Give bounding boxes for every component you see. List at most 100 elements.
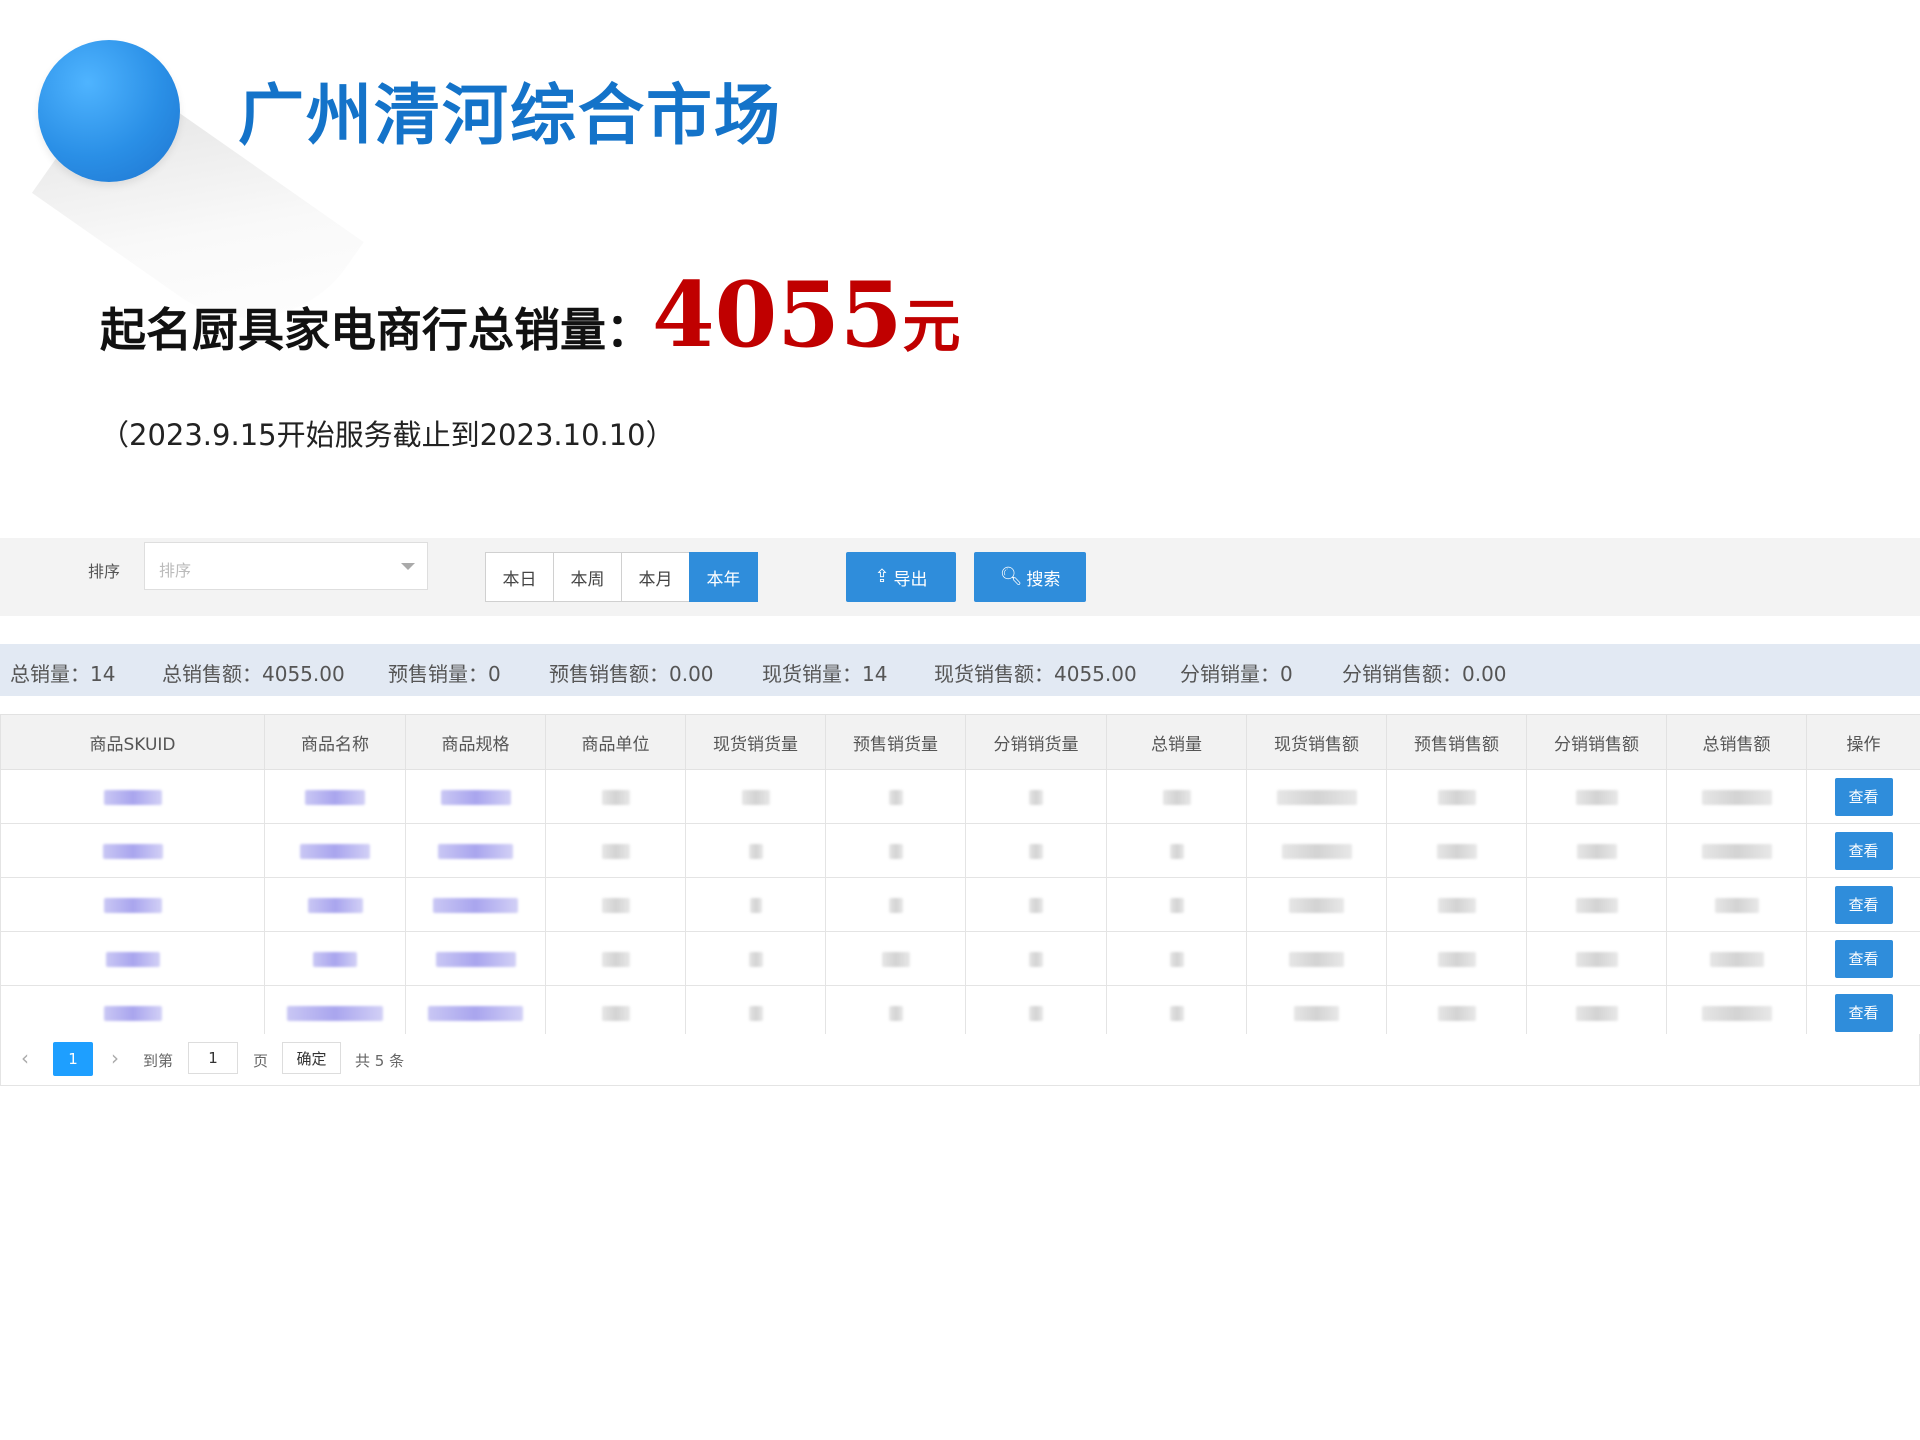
redacted-value <box>748 1006 763 1021</box>
redacted-cell <box>1386 877 1527 932</box>
redacted-value <box>300 844 370 859</box>
redacted-cell <box>264 985 406 1040</box>
redacted-cell <box>1386 769 1527 824</box>
redacted-cell <box>1106 769 1247 824</box>
redacted-cell <box>1106 877 1247 932</box>
table-row: 查看 <box>0 931 1920 986</box>
redacted-value <box>1709 952 1764 967</box>
redacted-cell <box>685 985 826 1040</box>
page-number-input[interactable] <box>188 1042 238 1074</box>
table-header-row: 商品SKUID 商品名称 商品规格 商品单位 现货销货量 预售销货量 分销销货量… <box>0 714 1920 770</box>
col-header-unit: 商品单位 <box>545 714 686 770</box>
view-button[interactable]: 查看 <box>1834 831 1893 870</box>
col-header-total-amount: 总销售额 <box>1666 714 1807 770</box>
redacted-value <box>881 952 910 967</box>
col-header-presale-qty: 预售销货量 <box>825 714 966 770</box>
summary-label: 起名厨具家电商行总销量： <box>100 303 652 357</box>
sort-placeholder: 排序 <box>159 561 192 580</box>
stat-presale-qty: 预售销量：0 <box>388 662 501 686</box>
redacted-cell <box>264 931 406 986</box>
redacted-value <box>741 790 770 805</box>
redacted-value <box>1029 898 1043 913</box>
redacted-cell <box>1526 877 1667 932</box>
stat-stock-qty: 现货销量：14 <box>762 662 888 686</box>
redacted-cell <box>685 823 826 878</box>
redacted-value <box>305 790 365 805</box>
redacted-value <box>1437 1006 1476 1021</box>
page-button-current[interactable]: 1 <box>53 1042 93 1076</box>
view-button[interactable]: 查看 <box>1834 993 1893 1032</box>
redacted-cell <box>0 769 265 824</box>
chevron-right-icon[interactable]: › <box>111 1046 119 1070</box>
redacted-value <box>601 1006 630 1021</box>
redacted-value <box>1169 844 1184 859</box>
redacted-cell <box>545 931 686 986</box>
redacted-value <box>103 898 162 913</box>
redacted-cell <box>685 769 826 824</box>
redacted-value <box>102 844 163 859</box>
redacted-value <box>1437 952 1476 967</box>
redacted-value <box>1289 898 1344 913</box>
redacted-value <box>287 1006 383 1021</box>
redacted-cell <box>405 931 546 986</box>
action-cell: 查看 <box>1806 823 1920 878</box>
export-label: 导出 <box>893 569 928 590</box>
redacted-cell <box>405 877 546 932</box>
redacted-cell <box>0 985 265 1040</box>
sort-select[interactable]: 排序 <box>144 542 428 590</box>
redacted-cell <box>685 931 826 986</box>
redacted-value <box>749 898 762 913</box>
col-header-spec: 商品规格 <box>405 714 546 770</box>
search-button[interactable]: 🔍︎ 搜索 <box>974 552 1086 602</box>
view-button[interactable]: 查看 <box>1834 777 1893 816</box>
redacted-cell <box>1386 823 1527 878</box>
redacted-value <box>601 952 630 967</box>
redacted-value <box>1576 844 1617 859</box>
total-count: 共 5 条 <box>355 1052 405 1070</box>
range-month-button[interactable]: 本月 <box>621 552 690 602</box>
redacted-value <box>1162 790 1191 805</box>
action-cell: 查看 <box>1806 931 1920 986</box>
sales-table: 商品SKUID 商品名称 商品规格 商品单位 现货销货量 预售销货量 分销销货量… <box>0 714 1920 1040</box>
redacted-cell <box>825 931 966 986</box>
redacted-cell <box>825 769 966 824</box>
sales-summary: 起名厨具家电商行总销量：4055元 <box>100 262 961 368</box>
service-period: （2023.9.15开始服务截止到2023.10.10） <box>100 418 675 452</box>
redacted-cell <box>1526 823 1667 878</box>
redacted-value <box>1169 898 1184 913</box>
range-week-button[interactable]: 本周 <box>553 552 622 602</box>
redacted-cell <box>965 823 1107 878</box>
redacted-value <box>103 790 162 805</box>
chevron-left-icon[interactable]: ‹ <box>21 1046 29 1070</box>
range-year-button[interactable]: 本年 <box>689 552 758 602</box>
redacted-value <box>748 844 763 859</box>
redacted-value <box>105 952 160 967</box>
redacted-cell <box>0 823 265 878</box>
redacted-cell <box>264 877 406 932</box>
col-header-name: 商品名称 <box>264 714 406 770</box>
view-button[interactable]: 查看 <box>1834 939 1893 978</box>
view-button[interactable]: 查看 <box>1834 885 1893 924</box>
table-row: 查看 <box>0 877 1920 932</box>
export-button[interactable]: ⇪ 导出 <box>846 552 956 602</box>
redacted-value <box>438 844 513 859</box>
redacted-cell <box>1246 985 1387 1040</box>
redacted-value <box>1281 844 1352 859</box>
redacted-value <box>1701 790 1772 805</box>
redacted-cell <box>545 823 686 878</box>
redacted-cell <box>405 985 546 1040</box>
redacted-cell <box>1106 985 1247 1040</box>
redacted-cell <box>1666 931 1807 986</box>
redacted-cell <box>825 823 966 878</box>
redacted-value <box>1575 790 1618 805</box>
redacted-cell <box>1246 877 1387 932</box>
redacted-value <box>1029 1006 1043 1021</box>
confirm-button[interactable]: 确定 <box>282 1042 341 1074</box>
page-word: 页 <box>253 1052 269 1070</box>
stat-total-qty: 总销量：14 <box>10 662 116 686</box>
redacted-cell <box>965 877 1107 932</box>
market-title: 广州清河综合市场 <box>238 76 782 154</box>
redacted-value <box>1029 952 1043 967</box>
redacted-cell <box>965 769 1107 824</box>
range-today-button[interactable]: 本日 <box>485 552 554 602</box>
